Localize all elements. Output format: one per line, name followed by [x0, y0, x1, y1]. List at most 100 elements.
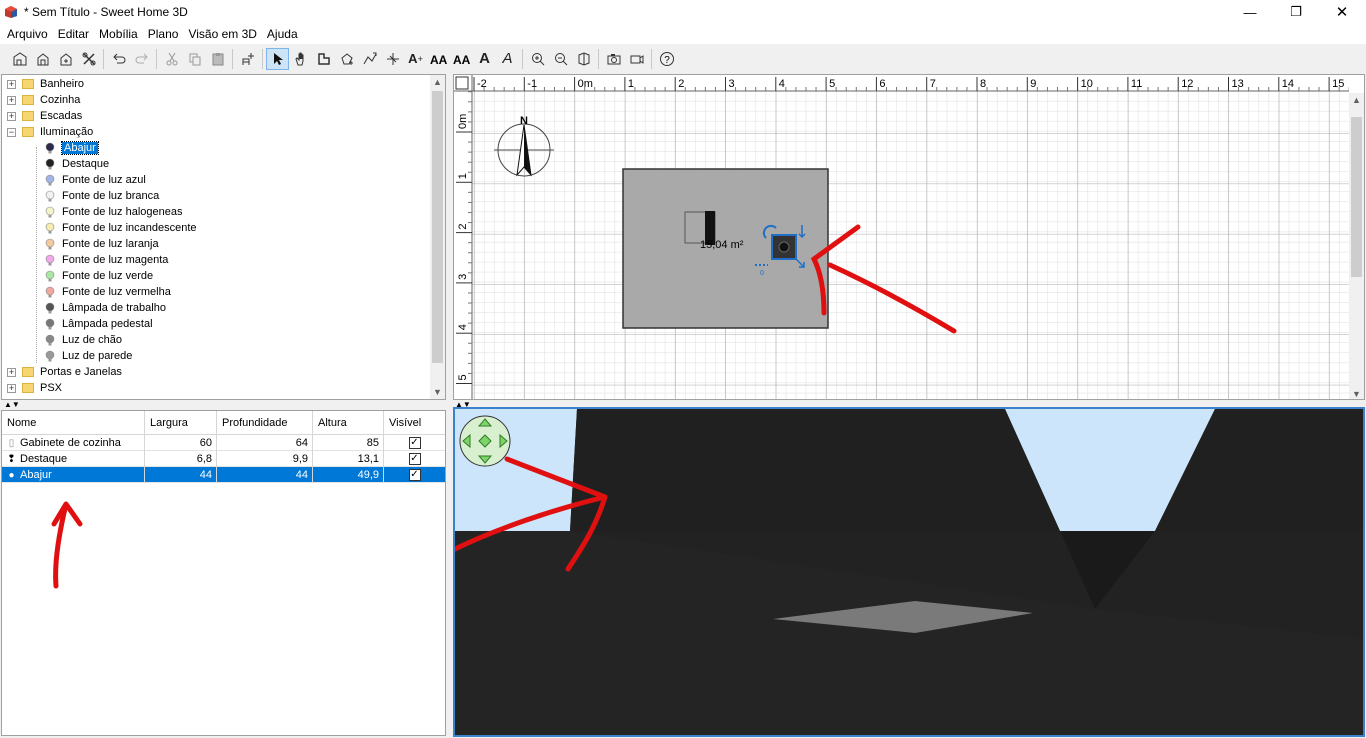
create-polylines-icon[interactable] — [358, 48, 381, 70]
catalog-scrollbar[interactable]: ▲ ▼ — [430, 75, 445, 399]
column-header-visivel[interactable]: Visível — [384, 411, 445, 435]
collapse-icon[interactable]: − — [7, 127, 16, 137]
visible-checkbox[interactable]: ✓ — [408, 437, 421, 449]
minimize-button[interactable]: — — [1227, 0, 1273, 24]
zoom-out-icon[interactable] — [549, 48, 572, 70]
visible-checkbox[interactable]: ✓ — [408, 469, 421, 481]
plan-vertical-scrollbar[interactable]: ▲ ▼ — [1349, 93, 1364, 399]
add-text-glyph: A — [408, 51, 418, 66]
menu-arquivo[interactable]: Arquivo — [2, 27, 53, 41]
decrease-text-icon[interactable]: AA — [450, 48, 473, 70]
catalog-item[interactable]: Fonte de luz verde — [44, 268, 153, 284]
create-walls-icon[interactable] — [312, 48, 335, 70]
cell-width: 60 — [145, 435, 217, 451]
column-header-largura[interactable]: Largura — [145, 411, 217, 435]
add-furniture-icon[interactable] — [236, 48, 259, 70]
catalog-item[interactable]: Fonte de luz azul — [44, 172, 146, 188]
scrollbar-thumb[interactable] — [432, 91, 443, 363]
catalog-category-psx[interactable]: + PSX — [7, 380, 62, 396]
scroll-up-icon[interactable]: ▲ — [430, 75, 445, 89]
help-icon[interactable]: ? — [655, 48, 678, 70]
plan-view[interactable]: -2 -1 0m 1 2 3 4 5 6 7 8 9 10 11 12 13 14 15 0m 1 2 3 4 5 N 15… — [453, 74, 1365, 400]
expand-icon[interactable]: + — [7, 383, 16, 393]
catalog-category-cozinha[interactable]: + Cozinha — [7, 92, 80, 108]
add-text-icon[interactable]: A + — [404, 48, 427, 70]
expand-icon[interactable]: + — [7, 111, 16, 121]
splitter-arrows-icon[interactable]: ▲▼ — [4, 400, 20, 409]
catalog-item[interactable]: Destaque — [44, 156, 109, 172]
paste-icon[interactable] — [206, 48, 229, 70]
menu-editar[interactable]: Editar — [53, 27, 94, 41]
increase-text-icon[interactable]: AA — [427, 48, 450, 70]
3d-view[interactable] — [453, 407, 1365, 737]
column-header-profundidade[interactable]: Profundidade — [217, 411, 313, 435]
create-rooms-icon[interactable] — [335, 48, 358, 70]
menu-ajuda[interactable]: Ajuda — [262, 27, 303, 41]
create-dimensions-icon[interactable] — [381, 48, 404, 70]
italic-icon[interactable]: A — [496, 48, 519, 70]
copy-icon[interactable] — [183, 48, 206, 70]
undo-icon[interactable] — [107, 48, 130, 70]
catalog-category-iluminacao[interactable]: − Iluminação — [7, 124, 93, 140]
scroll-up-icon[interactable]: ▲ — [1349, 93, 1364, 107]
catalog-category-portas-janelas[interactable]: + Portas e Janelas — [7, 364, 122, 380]
catalog-item[interactable]: Luz de parede — [44, 348, 132, 364]
row-name: Gabinete de cozinha — [20, 437, 121, 449]
catalog-item-label: Fonte de luz incandescente — [62, 222, 197, 234]
catalog-item[interactable]: Fonte de luz branca — [44, 188, 159, 204]
catalog-item[interactable]: Abajur — [44, 140, 99, 156]
catalog-item[interactable]: Fonte de luz halogeneas — [44, 204, 182, 220]
save-icon[interactable] — [54, 48, 77, 70]
catalog-item[interactable]: Fonte de luz vermelha — [44, 284, 171, 300]
visible-checkbox[interactable]: ✓ — [408, 453, 421, 465]
preferences-icon[interactable] — [77, 48, 100, 70]
catalog-item[interactable]: Luz de chão — [44, 332, 122, 348]
catalog-category-escadas[interactable]: + Escadas — [7, 108, 82, 124]
light-bulb-icon — [44, 334, 56, 346]
spotlight-icon: ❢ — [7, 453, 16, 465]
redo-icon[interactable] — [130, 48, 153, 70]
scroll-down-icon[interactable]: ▼ — [430, 385, 445, 399]
toolbar-separator — [156, 48, 157, 69]
x-ruler-label: 9 — [1030, 78, 1036, 90]
folder-icon — [22, 127, 34, 137]
scroll-down-icon[interactable]: ▼ — [1349, 387, 1364, 399]
catalog-category-banheiro[interactable]: + Banheiro — [7, 76, 84, 92]
cut-icon[interactable] — [160, 48, 183, 70]
catalog-item[interactable]: Fonte de luz laranja — [44, 236, 159, 252]
catalog-item[interactable]: Fonte de luz incandescente — [44, 220, 197, 236]
x-ruler-label: 12 — [1181, 78, 1193, 90]
catalog-item[interactable]: Fonte de luz magenta — [44, 252, 168, 268]
expand-icon[interactable]: + — [7, 79, 16, 89]
pan-mode-icon[interactable] — [289, 48, 312, 70]
table-row-selected[interactable]: ● Abajur 44 44 49,9 ✓ — [2, 467, 445, 483]
maximize-button[interactable]: ❐ — [1273, 0, 1319, 24]
y-ruler-label: 1 — [457, 173, 469, 179]
select-mode-icon[interactable] — [266, 47, 289, 70]
zoom-in-icon[interactable] — [526, 48, 549, 70]
table-row[interactable]: ▯ Gabinete de cozinha 60 64 85 ✓ — [2, 435, 445, 451]
new-home-icon[interactable] — [8, 48, 31, 70]
expand-icon[interactable]: + — [7, 95, 16, 105]
3d-canvas[interactable] — [455, 409, 1363, 735]
svg-text:?: ? — [664, 55, 670, 66]
menu-plano[interactable]: Plano — [143, 27, 184, 41]
menu-mobilia[interactable]: Mobília — [94, 27, 143, 41]
bold-icon[interactable]: A — [473, 48, 496, 70]
close-button[interactable]: ✕ — [1319, 0, 1365, 24]
open-icon[interactable] — [31, 48, 54, 70]
menu-visao-3d[interactable]: Visão em 3D — [183, 27, 261, 41]
photo-icon[interactable] — [602, 48, 625, 70]
video-icon[interactable] — [625, 48, 648, 70]
scrollbar-thumb[interactable] — [1351, 117, 1362, 277]
expand-icon[interactable]: + — [7, 367, 16, 377]
light-bulb-icon — [44, 270, 56, 282]
catalog-item[interactable]: Lâmpada pedestal — [44, 316, 153, 332]
table-row[interactable]: ❢ Destaque 6,8 9,9 13,1 ✓ — [2, 451, 445, 467]
navigation-pad-icon[interactable] — [459, 415, 511, 467]
store-point-icon[interactable] — [572, 48, 595, 70]
column-header-nome[interactable]: Nome — [2, 411, 145, 435]
plan-canvas[interactable]: -2 -1 0m 1 2 3 4 5 6 7 8 9 10 11 12 13 14 15 0m12345 N 15… — [454, 75, 1349, 400]
catalog-item[interactable]: Lâmpada de trabalho — [44, 300, 166, 316]
column-header-altura[interactable]: Altura — [313, 411, 384, 435]
